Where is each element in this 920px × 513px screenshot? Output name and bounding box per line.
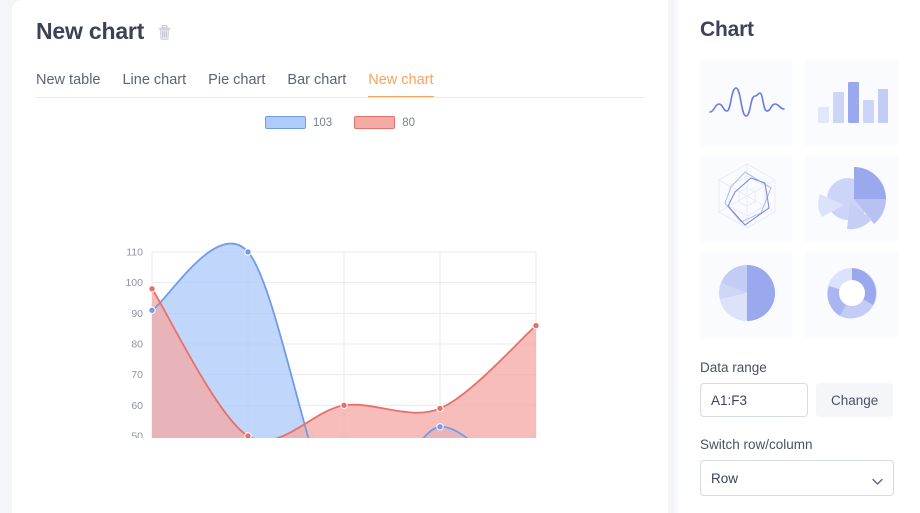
svg-text:60: 60 [131, 400, 143, 412]
tab-bar-divider [36, 97, 644, 98]
bar-chart-icon [816, 79, 888, 128]
switch-row-column-section: Switch row/column RowColumn [700, 437, 898, 496]
chart-type-pie[interactable] [700, 252, 793, 338]
page-title: New chart [36, 18, 144, 45]
radar-chart-icon [711, 161, 783, 238]
change-range-button[interactable]: Change [816, 383, 893, 417]
left-gutter [0, 0, 12, 513]
chart-type-bar[interactable] [805, 60, 898, 146]
chart-type-exploded-pie[interactable] [805, 156, 898, 242]
pie-chart-icon [715, 261, 779, 330]
data-range-section: Data range Change [700, 360, 898, 417]
app-root: New chart New table Line chart Pie chart… [0, 0, 920, 513]
panel-divider [668, 0, 678, 513]
tab-bar: New table Line chart Pie chart Bar chart… [12, 68, 668, 98]
trash-icon[interactable] [158, 25, 171, 40]
switch-row-column-wrap: RowColumn [700, 460, 894, 496]
data-range-label: Data range [700, 360, 898, 375]
tab-new-chart[interactable]: New chart [368, 72, 433, 98]
sidebar-title: Chart [700, 18, 898, 42]
chart-editor-panel: New chart New table Line chart Pie chart… [12, 0, 668, 513]
line-chart-icon [708, 80, 786, 127]
data-range-input[interactable] [700, 383, 808, 417]
chart-type-donut[interactable] [805, 252, 898, 338]
tab-pie-chart[interactable]: Pie chart [208, 72, 265, 98]
chart-type-radar[interactable] [700, 156, 793, 242]
chart-type-grid [700, 60, 898, 338]
chart-plot[interactable]: 2030405060708090100110ParisLondonBarcelo… [12, 108, 668, 438]
switch-row-column-select[interactable]: RowColumn [700, 460, 894, 496]
switch-row-column-label: Switch row/column [700, 437, 898, 452]
chart-settings-sidebar: Chart [678, 0, 920, 513]
svg-text:80: 80 [131, 339, 143, 351]
donut-chart-icon [820, 261, 884, 330]
chart-container: 103 80 2030405060708090100110ParisLondon… [12, 108, 668, 438]
tab-bar-chart[interactable]: Bar chart [287, 72, 346, 98]
data-range-row: Change [700, 383, 898, 417]
svg-text:90: 90 [131, 308, 143, 320]
title-row: New chart [12, 0, 668, 46]
chart-type-line[interactable] [700, 60, 793, 146]
tab-line-chart[interactable]: Line chart [122, 72, 186, 98]
svg-text:100: 100 [125, 277, 143, 289]
svg-text:50: 50 [131, 431, 143, 439]
svg-text:110: 110 [126, 247, 143, 259]
tab-new-table[interactable]: New table [36, 72, 100, 98]
exploded-pie-chart-icon [814, 161, 890, 238]
svg-text:70: 70 [131, 369, 143, 381]
